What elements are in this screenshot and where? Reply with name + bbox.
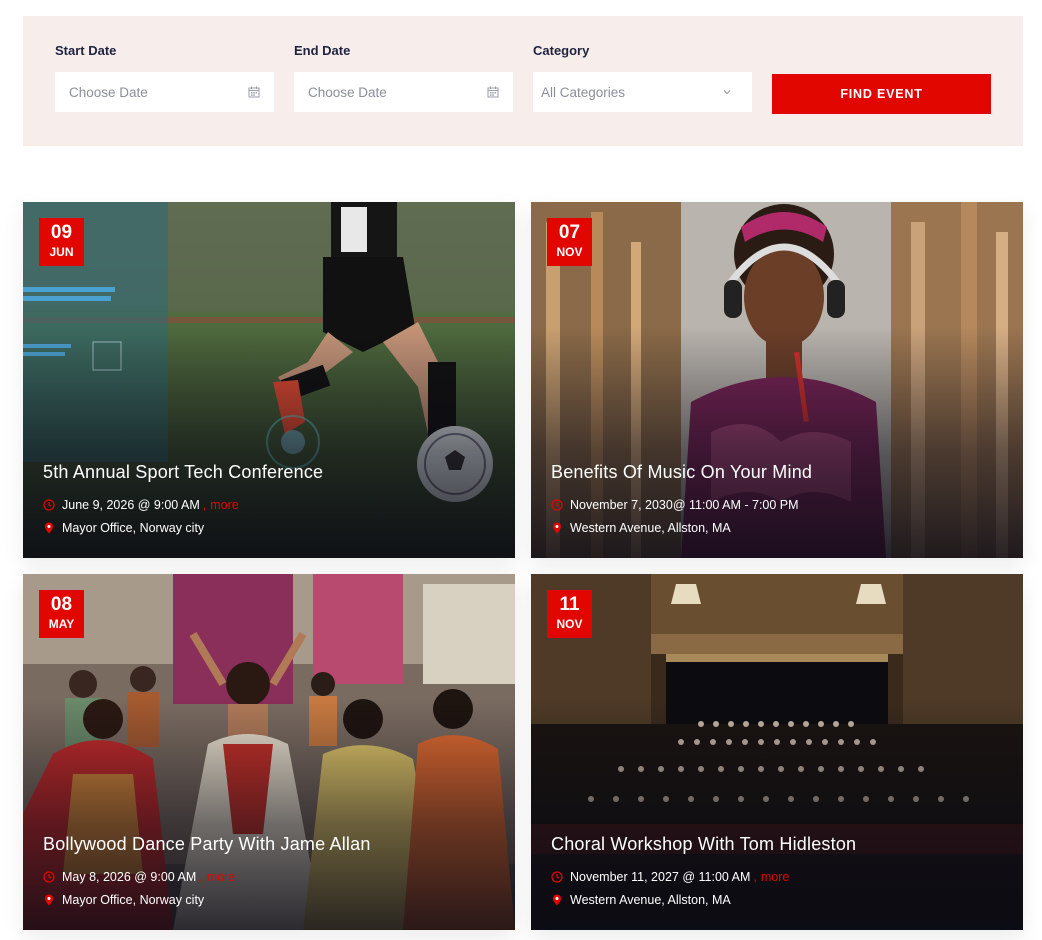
end-date-input[interactable]: Choose Date — [294, 72, 513, 112]
category-label: Category — [533, 43, 590, 58]
date-month: NOV — [556, 617, 583, 631]
event-location-text: Western Avenue, Allston, MA — [570, 893, 731, 907]
category-selected-value: All Categories — [541, 84, 626, 100]
event-card[interactable]: 11 NOV Choral Workshop With Tom Hidlesto… — [531, 574, 1023, 930]
calendar-icon — [487, 86, 499, 98]
category-field: Category All Categories — [533, 43, 752, 112]
event-title[interactable]: 5th Annual Sport Tech Conference — [43, 462, 323, 483]
event-filter-bar: Start Date Choose Date End Date Choose D… — [23, 16, 1023, 146]
start-date-placeholder: Choose Date — [69, 84, 148, 100]
clock-icon — [43, 499, 55, 511]
date-month: MAY — [48, 617, 75, 631]
event-time-text: November 11, 2027 @ 11:00 AM — [570, 870, 751, 884]
event-location: Western Avenue, Allston, MA — [551, 521, 731, 535]
date-day: 09 — [50, 222, 73, 243]
date-badge: 11 NOV — [547, 590, 592, 638]
more-separator: , — [199, 870, 203, 884]
event-location-text: Mayor Office, Norway city — [62, 521, 205, 535]
event-card[interactable]: 07 NOV Benefits Of Music On Your Mind No… — [531, 202, 1023, 558]
event-time-text: May 8, 2026 @ 9:00 AM — [62, 870, 197, 884]
event-time: June 9, 2026 @ 9:00 AM , more — [43, 498, 239, 512]
date-badge: 07 NOV — [547, 218, 592, 266]
event-location: Mayor Office, Norway city — [43, 521, 204, 535]
end-date-field: End Date Choose Date — [294, 43, 513, 112]
end-date-placeholder: Choose Date — [308, 84, 387, 100]
event-title[interactable]: Bollywood Dance Party With Jame Allan — [43, 834, 371, 855]
date-day: 11 — [559, 594, 580, 615]
event-time: May 8, 2026 @ 9:00 AM , more — [43, 870, 235, 884]
event-card[interactable]: 09 JUN 5th Annual Sport Tech Conference … — [23, 202, 515, 558]
category-select[interactable]: All Categories — [533, 72, 752, 112]
event-location-text: Western Avenue, Allston, MA — [570, 521, 731, 535]
clock-icon — [551, 871, 563, 883]
event-location-text: Mayor Office, Norway city — [62, 893, 205, 907]
map-pin-icon — [45, 522, 53, 534]
more-separator: , — [753, 870, 757, 884]
calendar-icon — [248, 86, 260, 98]
more-separator: , — [202, 498, 207, 512]
date-day: 07 — [558, 222, 581, 243]
date-month: JUN — [49, 245, 74, 259]
map-pin-icon — [45, 894, 53, 906]
event-time-text: June 9, 2026 @ 9:00 AM — [62, 498, 200, 512]
event-location: Western Avenue, Allston, MA — [551, 893, 731, 907]
clock-icon — [43, 871, 55, 883]
event-time: November 7, 2030@ 11:00 AM - 7:00 PM — [551, 498, 799, 512]
map-pin-icon — [553, 894, 561, 906]
clock-icon — [551, 499, 563, 511]
event-card[interactable]: 08 MAY Bollywood Dance Party With Jame A… — [23, 574, 515, 930]
event-title[interactable]: Benefits Of Music On Your Mind — [551, 462, 812, 483]
date-day: 08 — [50, 594, 73, 615]
start-date-input[interactable]: Choose Date — [55, 72, 274, 112]
event-time: November 11, 2027 @ 11:00 AM , more — [551, 870, 789, 884]
more-link[interactable]: more — [761, 870, 789, 884]
event-location: Mayor Office, Norway city — [43, 893, 204, 907]
map-pin-icon — [553, 522, 561, 534]
date-badge: 08 MAY — [39, 590, 84, 638]
date-month: NOV — [556, 245, 583, 259]
find-event-button[interactable]: FIND EVENT — [772, 74, 991, 114]
end-date-label: End Date — [294, 43, 351, 58]
date-badge: 09 JUN — [39, 218, 84, 266]
start-date-label: Start Date — [55, 43, 117, 58]
event-title[interactable]: Choral Workshop With Tom Hidleston — [551, 834, 856, 855]
more-link[interactable]: more — [207, 870, 235, 884]
event-time-text: November 7, 2030@ 11:00 AM - 7:00 PM — [570, 498, 799, 512]
chevron-down-icon — [723, 90, 731, 95]
more-link[interactable]: more — [210, 498, 238, 512]
start-date-field: Start Date Choose Date — [55, 43, 274, 112]
